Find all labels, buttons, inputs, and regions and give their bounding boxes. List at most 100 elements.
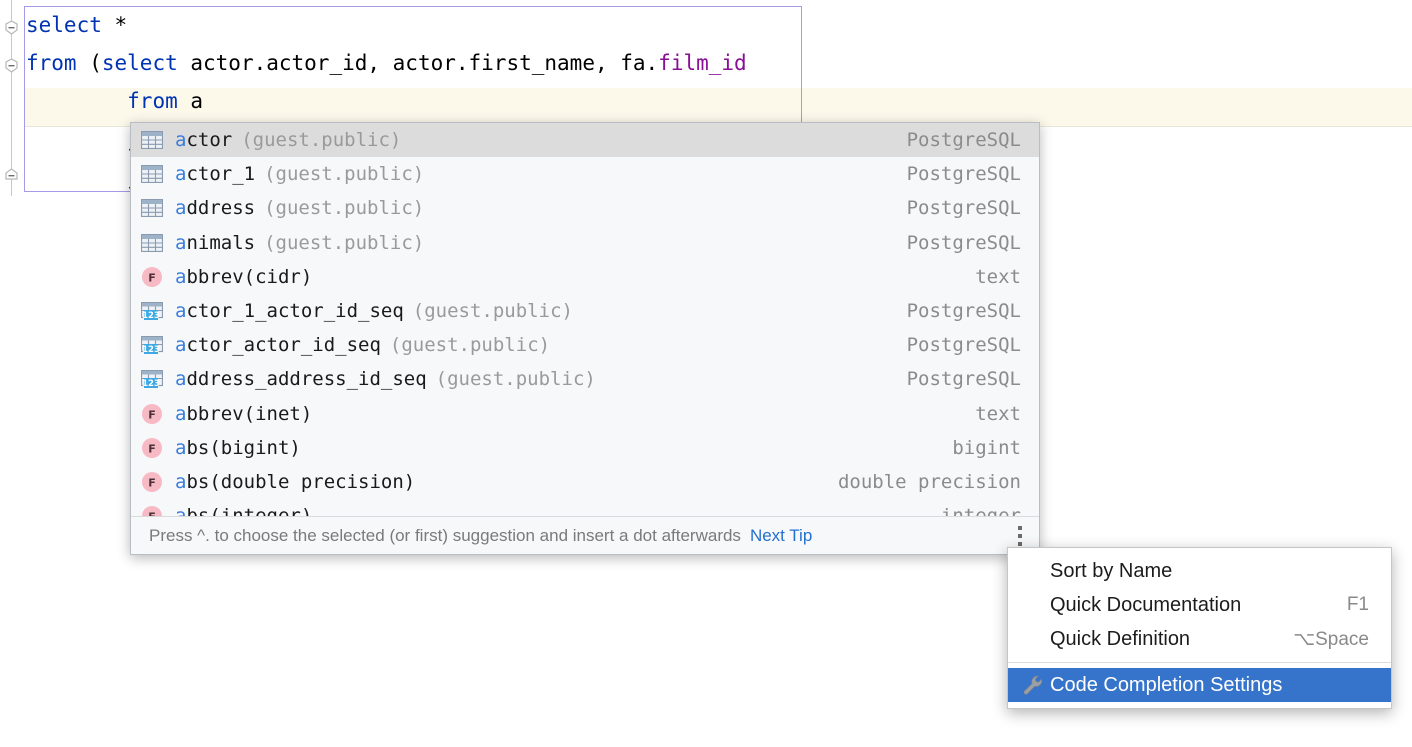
completion-item-label: a ctor (guest.public) bbox=[175, 129, 401, 151]
menu-item-sort-by-name[interactable]: Sort by Name bbox=[1008, 554, 1391, 588]
svg-text:F: F bbox=[148, 442, 156, 455]
code-line: select * bbox=[26, 6, 747, 44]
function-icon: F bbox=[141, 437, 167, 459]
completion-item-schema: (guest.public) bbox=[389, 334, 551, 357]
completion-item-label: a ctor_1 (guest.public) bbox=[175, 163, 424, 185]
completion-item[interactable]: Fabs(integer) integer bbox=[131, 499, 1039, 516]
completion-item-label: a ddress_address_id_seq (guest.public) bbox=[175, 368, 596, 390]
sequence-icon: 123 bbox=[141, 368, 167, 390]
completion-item-type: text bbox=[975, 402, 1021, 425]
completion-item-label: abs(integer) bbox=[175, 505, 312, 516]
completion-item-type: bigint bbox=[952, 436, 1021, 459]
completion-item[interactable]: 123 a ctor_actor_id_seq (guest.public) Postg… bbox=[131, 328, 1039, 362]
completion-item-label: a ctor_1_actor_id_seq (guest.public) bbox=[175, 300, 573, 322]
completion-item-label: a ddress (guest.public) bbox=[175, 197, 424, 219]
completion-item-name: nimals bbox=[186, 231, 256, 254]
completion-item-name: ctor_actor_id_seq bbox=[186, 334, 381, 357]
table-icon bbox=[141, 232, 167, 254]
fold-collapse-icon[interactable] bbox=[4, 20, 19, 35]
completion-item[interactable]: a nimals (guest.public) PostgreSQL bbox=[131, 226, 1039, 260]
menu-item-label: Quick Documentation bbox=[1050, 593, 1242, 616]
code-token: from bbox=[26, 51, 77, 75]
code-completion-popup[interactable]: a ctor (guest.public) PostgreSQL a ctor_1 (gue… bbox=[130, 122, 1040, 555]
svg-text:F: F bbox=[148, 408, 156, 421]
completion-item[interactable]: Fa bs(bigint) bigint bbox=[131, 431, 1039, 465]
next-tip-link[interactable]: Next Tip bbox=[750, 526, 812, 546]
matched-prefix: a bbox=[175, 129, 187, 152]
completion-item-name: ctor bbox=[186, 129, 233, 152]
completion-item[interactable]: Fa bs(double precision) double precision bbox=[131, 465, 1039, 499]
matched-prefix: a bbox=[175, 231, 187, 254]
menu-item-quick-definition[interactable]: Quick Definition ⌥Space bbox=[1008, 622, 1391, 656]
code-token: from bbox=[127, 89, 178, 113]
completion-item-schema: (guest.public) bbox=[264, 197, 425, 220]
menu-item-shortcut: ⌥Space bbox=[1293, 628, 1369, 650]
matched-prefix: a bbox=[175, 300, 187, 323]
fold-collapse-icon[interactable] bbox=[4, 58, 19, 73]
svg-text:123: 123 bbox=[142, 311, 160, 321]
matched-prefix: a bbox=[175, 197, 187, 220]
completion-item-type: PostgreSQL bbox=[906, 231, 1021, 254]
completion-item-schema: (guest.public) bbox=[241, 129, 402, 152]
code-token: actor.actor_id, actor.first_name, fa. bbox=[177, 51, 659, 75]
completion-item-schema: (guest.public) bbox=[264, 163, 425, 186]
completion-item-name: bs(integer) bbox=[186, 505, 312, 516]
completion-hint-text: Press ^. to choose the selected (or firs… bbox=[149, 525, 741, 545]
sequence-icon: 123 bbox=[141, 300, 167, 322]
menu-item-label: Code Completion Settings bbox=[1050, 673, 1283, 696]
completion-list[interactable]: a ctor (guest.public) PostgreSQL a ctor_1 (gue… bbox=[131, 123, 1039, 516]
completion-item-schema: (guest.public) bbox=[264, 231, 425, 254]
completion-item-schema: (guest.public) bbox=[435, 368, 596, 391]
completion-item[interactable]: a ctor_1 (guest.public) PostgreSQL bbox=[131, 157, 1039, 191]
kebab-menu-icon[interactable] bbox=[1009, 521, 1031, 551]
completion-item-type: text bbox=[975, 265, 1021, 288]
menu-item-quick-documentation[interactable]: Quick Documentation F1 bbox=[1008, 588, 1391, 622]
code-token: film_id bbox=[658, 51, 747, 75]
completion-item-name: ctor_1 bbox=[186, 163, 256, 186]
matched-prefix: a bbox=[175, 470, 187, 493]
menu-item-shortcut: F1 bbox=[1346, 594, 1369, 615]
sequence-icon: 123 bbox=[141, 334, 167, 356]
matched-prefix: a bbox=[175, 402, 187, 425]
code-token: select bbox=[26, 13, 102, 37]
completion-item-name: ddress_address_id_seq bbox=[186, 368, 427, 391]
function-icon: F bbox=[141, 471, 167, 493]
menu-item-label: Sort by Name bbox=[1050, 559, 1173, 582]
completion-item[interactable]: 123 a ctor_1_actor_id_seq (guest.public) Pos… bbox=[131, 294, 1039, 328]
completion-item-type: double precision bbox=[837, 470, 1021, 493]
svg-text:F: F bbox=[148, 271, 156, 284]
completion-item-name: ddress bbox=[186, 197, 256, 220]
completion-item-label: a bs(bigint) bbox=[175, 437, 301, 459]
completion-item-label: a ctor_actor_id_seq (guest.public) bbox=[175, 334, 550, 356]
completion-hint-bar: Press ^. to choose the selected (or firs… bbox=[131, 516, 1039, 554]
completion-item-label: a bbrev(cidr) bbox=[175, 266, 312, 288]
matched-prefix: a bbox=[175, 163, 187, 186]
screen-root: select * from (select actor.actor_id, act… bbox=[0, 0, 1412, 747]
completion-item[interactable]: Fa bbrev(cidr) text bbox=[131, 260, 1039, 294]
table-icon bbox=[141, 163, 167, 185]
menu-item-code-completion-settings[interactable]: Code Completion Settings bbox=[1008, 668, 1391, 702]
code-line: from (select actor.actor_id, actor.first… bbox=[26, 44, 747, 82]
svg-text:123: 123 bbox=[142, 345, 160, 355]
svg-text:123: 123 bbox=[142, 379, 160, 389]
function-icon: F bbox=[141, 505, 167, 516]
editor-gutter[interactable] bbox=[0, 0, 24, 747]
completion-context-menu[interactable]: Sort by Name Quick Documentation F1 Quick D… bbox=[1007, 547, 1392, 709]
completion-item[interactable]: a ctor (guest.public) PostgreSQL bbox=[131, 123, 1039, 158]
completion-item[interactable]: Fa bbrev(inet) text bbox=[131, 397, 1039, 431]
fold-collapse-end-icon[interactable] bbox=[4, 168, 19, 183]
code-token: ( bbox=[76, 51, 102, 75]
matched-prefix: a bbox=[175, 368, 187, 391]
completion-item[interactable]: 123 a ddress_address_id_seq (guest.public) P… bbox=[131, 362, 1039, 396]
code-token: a bbox=[177, 89, 204, 113]
completion-item[interactable]: a ddress (guest.public) PostgreSQL bbox=[131, 191, 1039, 225]
completion-item-name: ctor_1_actor_id_seq bbox=[186, 300, 404, 323]
menu-separator bbox=[1008, 662, 1391, 663]
wrench-icon bbox=[1022, 674, 1050, 696]
matched-prefix: a bbox=[175, 436, 187, 459]
svg-text:F: F bbox=[148, 476, 156, 489]
completion-item-name: bs(bigint) bbox=[186, 436, 301, 459]
completion-item-type: PostgreSQL bbox=[906, 197, 1021, 220]
matched-prefix: a bbox=[175, 505, 186, 516]
